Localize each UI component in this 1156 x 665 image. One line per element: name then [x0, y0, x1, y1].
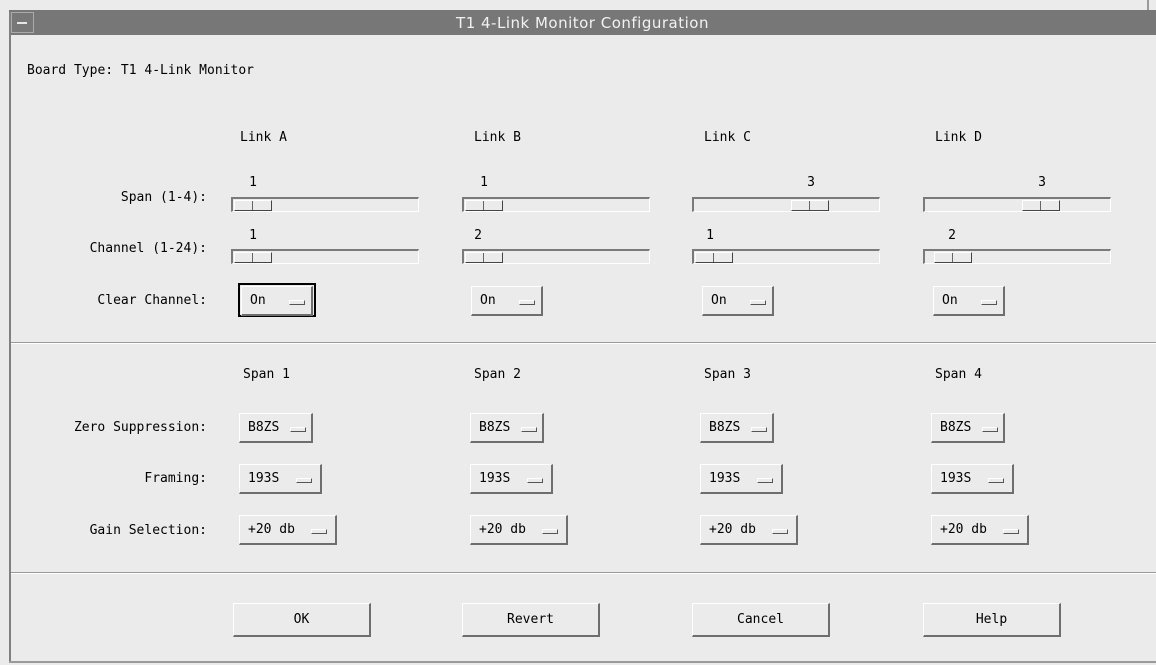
option-menu-indicator-icon: [1003, 529, 1019, 534]
gain-selection-2-menu[interactable]: +20 db: [470, 515, 568, 545]
channel-b-slider[interactable]: [462, 249, 650, 264]
title-bar[interactable]: T1 4-Link Monitor Configuration: [9, 10, 1156, 35]
help-button[interactable]: Help: [923, 603, 1061, 637]
framing-2-menu[interactable]: 193S: [470, 464, 553, 494]
clear-channel-b-menu[interactable]: On: [471, 286, 543, 316]
slider-thumb[interactable]: [791, 200, 829, 211]
zero-suppression-1-value: B8ZS: [248, 420, 280, 435]
span-3-header: Span 3: [704, 367, 751, 382]
framing-4-value: 193S: [940, 471, 972, 486]
option-menu-indicator-icon: [751, 427, 767, 432]
option-menu-indicator-icon: [542, 529, 558, 534]
link-b-header: Link B: [474, 130, 521, 145]
span-row-label: Span (1-4):: [120, 190, 207, 205]
clear-channel-c-value: On: [711, 293, 727, 308]
channel-d-slider[interactable]: [923, 249, 1111, 264]
ok-button[interactable]: OK: [233, 603, 371, 637]
zero-suppression-2-value: B8ZS: [479, 420, 511, 435]
clear-channel-d-value: On: [942, 293, 958, 308]
channel-c-slider[interactable]: [692, 249, 880, 264]
option-menu-indicator-icon: [988, 478, 1004, 483]
zero-suppression-4-menu[interactable]: B8ZS: [931, 413, 1005, 443]
gain-selection-2-value: +20 db: [479, 522, 526, 537]
option-menu-indicator-icon: [519, 300, 535, 305]
clear-channel-b-value: On: [480, 293, 496, 308]
option-menu-indicator-icon: [750, 300, 766, 305]
framing-2-value: 193S: [479, 471, 511, 486]
separator: [11, 342, 1156, 344]
cancel-button[interactable]: Cancel: [692, 603, 830, 637]
clear-channel-d-menu[interactable]: On: [933, 286, 1005, 316]
channel-b-value: 2: [474, 228, 482, 243]
window-edge: [1147, 0, 1149, 10]
slider-thumb[interactable]: [1022, 200, 1060, 211]
channel-d-value: 2: [948, 228, 956, 243]
zero-suppression-3-menu[interactable]: B8ZS: [700, 413, 774, 443]
gain-selection-4-value: +20 db: [940, 522, 987, 537]
slider-thumb[interactable]: [934, 252, 972, 263]
option-menu-indicator-icon: [289, 300, 305, 305]
slider-thumb[interactable]: [234, 252, 272, 263]
gain-selection-4-menu[interactable]: +20 db: [931, 515, 1029, 545]
zero-suppression-2-menu[interactable]: B8ZS: [470, 413, 544, 443]
framing-1-value: 193S: [248, 471, 280, 486]
span-1-header: Span 1: [243, 367, 290, 382]
link-d-header: Link D: [935, 130, 982, 145]
span-a-value: 1: [249, 175, 257, 190]
zero-suppression-3-value: B8ZS: [709, 420, 741, 435]
slider-thumb[interactable]: [234, 200, 272, 211]
framing-3-value: 193S: [709, 471, 741, 486]
framing-3-menu[interactable]: 193S: [700, 464, 783, 494]
channel-row-label: Channel (1-24):: [89, 241, 207, 256]
zero-suppression-row-label: Zero Suppression:: [73, 420, 207, 435]
span-c-value: 3: [807, 175, 815, 190]
window-frame-left: [9, 12, 11, 662]
option-menu-indicator-icon: [527, 478, 543, 483]
span-d-value: 3: [1038, 175, 1046, 190]
revert-button[interactable]: Revert: [462, 603, 600, 637]
channel-a-slider[interactable]: [231, 249, 419, 264]
clear-channel-row-label: Clear Channel:: [97, 293, 207, 308]
gain-selection-1-menu[interactable]: +20 db: [239, 515, 337, 545]
option-menu-indicator-icon: [981, 300, 997, 305]
framing-1-menu[interactable]: 193S: [239, 464, 322, 494]
gain-selection-3-value: +20 db: [709, 522, 756, 537]
zero-suppression-1-menu[interactable]: B8ZS: [239, 413, 313, 443]
option-menu-indicator-icon: [311, 529, 327, 534]
option-menu-indicator-icon: [757, 478, 773, 483]
zero-suppression-4-value: B8ZS: [940, 420, 972, 435]
clear-channel-a-value: On: [250, 293, 266, 308]
link-a-header: Link A: [240, 130, 287, 145]
option-menu-indicator-icon: [521, 427, 537, 432]
link-c-header: Link C: [704, 130, 751, 145]
config-dialog: T1 4-Link Monitor Configuration Board Ty…: [0, 0, 1156, 665]
window-title: T1 4-Link Monitor Configuration: [456, 14, 709, 32]
channel-c-value: 1: [706, 228, 714, 243]
clear-channel-a-menu[interactable]: On: [241, 286, 313, 316]
span-d-slider[interactable]: [923, 197, 1111, 212]
gain-selection-1-value: +20 db: [248, 522, 295, 537]
gain-selection-row-label: Gain Selection:: [89, 523, 207, 538]
span-b-value: 1: [480, 175, 488, 190]
framing-row-label: Framing:: [144, 471, 207, 486]
gain-selection-3-menu[interactable]: +20 db: [700, 515, 798, 545]
span-c-slider[interactable]: [692, 197, 880, 212]
span-a-slider[interactable]: [231, 197, 419, 212]
clear-channel-c-menu[interactable]: On: [702, 286, 774, 316]
window-frame-bottom: [9, 661, 1156, 663]
slider-thumb[interactable]: [695, 252, 733, 263]
span-b-slider[interactable]: [462, 197, 650, 212]
option-menu-indicator-icon: [772, 529, 788, 534]
option-menu-indicator-icon: [982, 427, 998, 432]
separator: [11, 572, 1156, 574]
framing-4-menu[interactable]: 193S: [931, 464, 1014, 494]
option-menu-indicator-icon: [296, 478, 312, 483]
channel-a-value: 1: [249, 228, 257, 243]
slider-thumb[interactable]: [465, 252, 503, 263]
span-2-header: Span 2: [474, 367, 521, 382]
slider-thumb[interactable]: [465, 200, 503, 211]
board-type-label: Board Type: T1 4-Link Monitor: [27, 63, 254, 78]
option-menu-indicator-icon: [290, 427, 306, 432]
span-4-header: Span 4: [935, 367, 982, 382]
